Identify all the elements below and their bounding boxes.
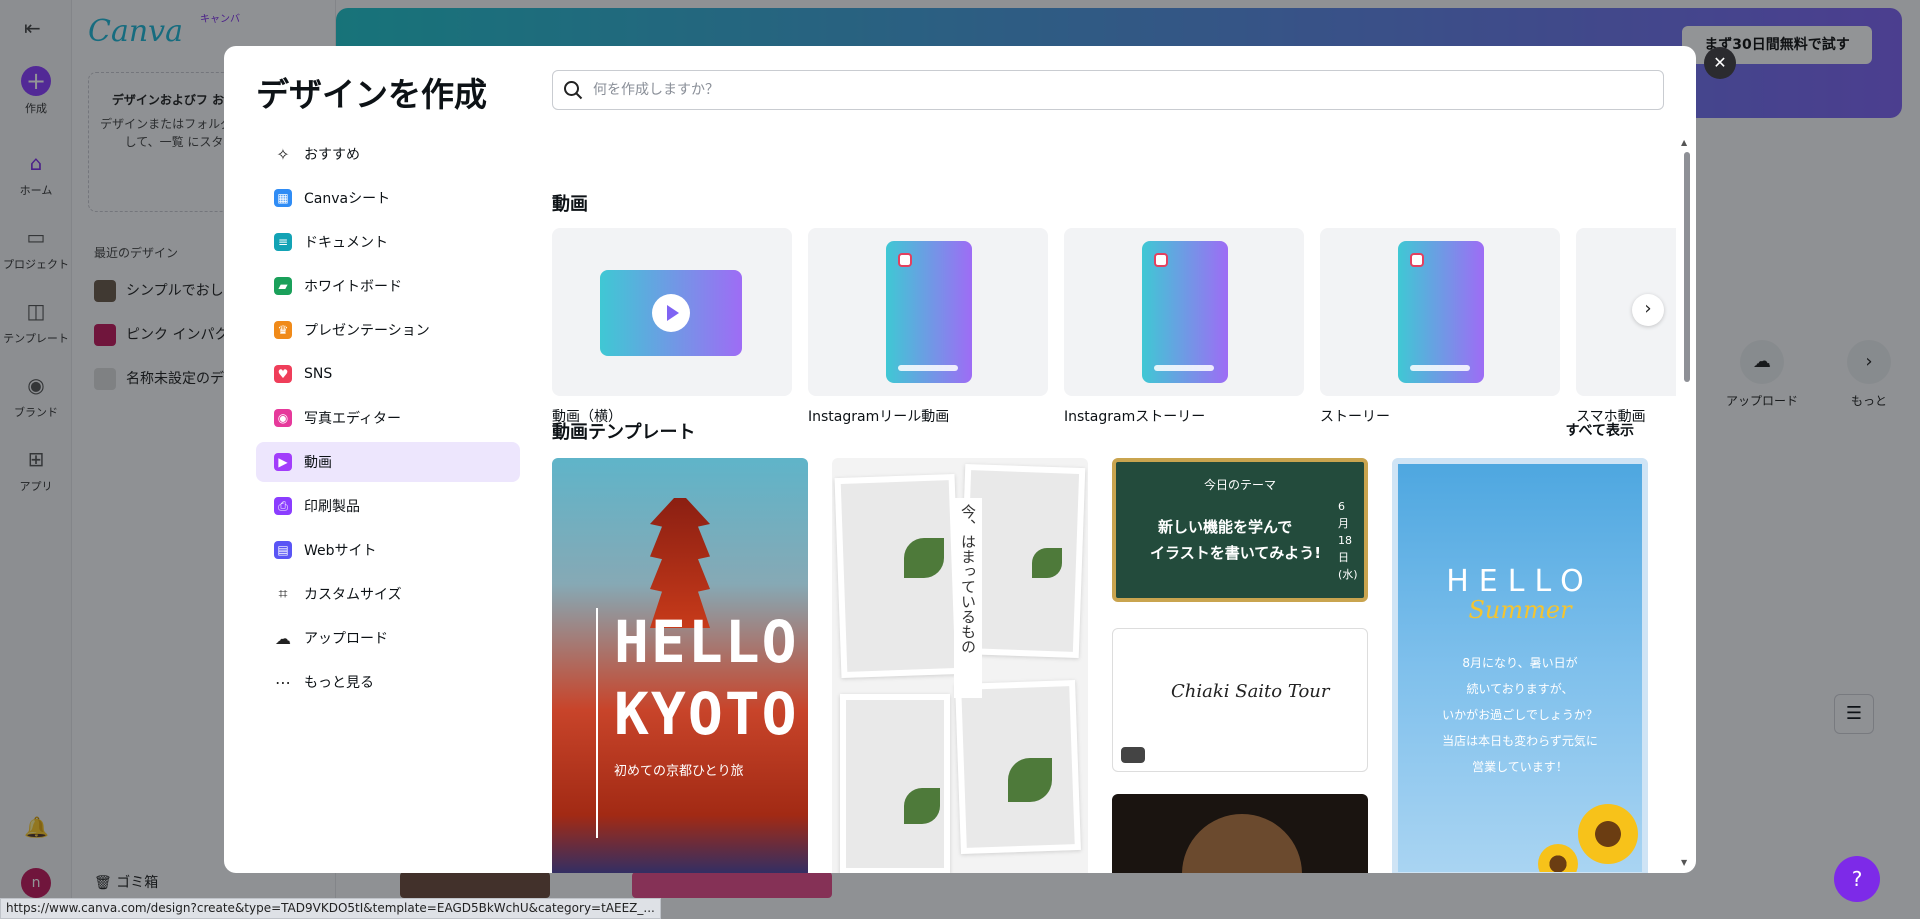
- cloud-upload-icon: ☁: [275, 628, 291, 648]
- heart-icon: ♥: [274, 365, 292, 383]
- sparkle-icon: ✧: [276, 144, 290, 164]
- printer-icon: ⎙: [274, 497, 292, 515]
- video-icon: ▶: [274, 453, 292, 471]
- template-card-signature[interactable]: Chiaki Saito Tour: [1112, 628, 1368, 772]
- browser-icon: ▤: [274, 541, 292, 559]
- format-label: Instagramリール動画: [808, 409, 950, 425]
- format-card-instagram-reel[interactable]: Instagramリール動画: [808, 228, 1048, 426]
- category-nav: ✧ おすすめ ▦ Canvaシート ≡ ドキュメント ▰ ホワイトボード ♛ プレゼンテー…: [256, 134, 520, 706]
- landscape-preview: [600, 270, 742, 356]
- close-button[interactable]: ✕: [1704, 47, 1736, 79]
- dialog-content: 動画 動画（横） Instagramリール動画 Instagramストーリー ス…: [552, 134, 1676, 873]
- template-card-chalkboard[interactable]: 今日のテーマ 新しい機能を学んで イラストを書いてみよう! 6月18日(水): [1112, 458, 1368, 602]
- instagram-icon: [1154, 253, 1168, 267]
- template-body: 8月になり、暑い日が 続いておりますが、 いかがお過ごしでしょうか？ 当店は本日…: [1442, 656, 1598, 774]
- template-text: HELLO: [1446, 564, 1594, 599]
- template-text: 6月18日(水): [1338, 500, 1358, 581]
- template-card-kyoto[interactable]: HELLO KYOTO 初めての京都ひとり旅: [552, 458, 808, 873]
- close-icon: ✕: [1713, 53, 1727, 72]
- template-text: イラストを書いてみよう!: [1150, 544, 1322, 562]
- nav-website[interactable]: ▤ Webサイト: [256, 530, 520, 570]
- format-thumbnail: [1064, 228, 1304, 396]
- camera-icon: ◉: [274, 409, 292, 427]
- nav-presentation[interactable]: ♛ プレゼンテーション: [256, 310, 520, 350]
- template-card-summer[interactable]: HELLO Summer 8月になり、暑い日が 続いておりますが、 いかがお過ご…: [1392, 458, 1648, 873]
- format-thumbnail: [1320, 228, 1560, 396]
- search-box[interactable]: [552, 70, 1664, 110]
- template-text: KYOTO: [614, 680, 799, 748]
- nav-video[interactable]: ▶ 動画: [256, 442, 520, 482]
- progress-bar: [898, 365, 958, 371]
- template-text: 初めての京都ひとり旅: [614, 764, 744, 779]
- video-badge-icon: [1121, 747, 1145, 763]
- nav-sns[interactable]: ♥ SNS: [256, 354, 520, 394]
- video-format-carousel: 動画（横） Instagramリール動画 Instagramストーリー ストーリ…: [552, 228, 1676, 428]
- sheet-icon: ▦: [274, 189, 292, 207]
- instagram-icon: [1410, 253, 1424, 267]
- portrait-preview: [1142, 241, 1228, 383]
- progress-bar: [1410, 365, 1470, 371]
- see-all-link[interactable]: すべて表示: [1566, 420, 1634, 440]
- plant-leaf: [1032, 548, 1062, 578]
- scrollbar-thumb[interactable]: [1684, 152, 1690, 382]
- nav-more[interactable]: ⋯ もっと見る: [256, 662, 520, 702]
- nav-canva-sheets[interactable]: ▦ Canvaシート: [256, 178, 520, 218]
- whiteboard-icon: ▰: [274, 277, 292, 295]
- progress-bar: [1154, 365, 1214, 371]
- format-card-phone-video[interactable]: スマホ動画: [1576, 228, 1676, 426]
- scroll-up-icon[interactable]: ▲: [1681, 138, 1687, 147]
- nav-whiteboard[interactable]: ▰ ホワイトボード: [256, 266, 520, 306]
- format-thumbnail: [552, 228, 792, 396]
- format-thumbnail: [808, 228, 1048, 396]
- portrait-preview: [1398, 241, 1484, 383]
- template-text: Chiaki Saito Tour: [1171, 681, 1330, 702]
- format-label: ストーリー: [1320, 409, 1390, 425]
- resize-icon: ⌗: [278, 584, 288, 603]
- format-label: Instagramストーリー: [1064, 409, 1206, 425]
- template-text: Summer: [1468, 596, 1572, 624]
- nav-print[interactable]: ⎙ 印刷製品: [256, 486, 520, 526]
- photo-frame: [840, 694, 950, 873]
- dialog-title: デザインを作成: [256, 75, 487, 114]
- sunflower: [1578, 804, 1638, 864]
- instagram-icon: [898, 253, 912, 267]
- divider-line: [596, 608, 598, 838]
- template-text: 今日のテーマ: [1204, 478, 1277, 492]
- doc-icon: ≡: [274, 233, 292, 251]
- play-icon: [652, 294, 690, 332]
- template-text: 今、はまっているもの: [954, 498, 982, 698]
- create-design-dialog: デザインを作成 ✧ おすすめ ▦ Canvaシート ≡ ドキュメント ▰ ホワイトボード…: [224, 46, 1696, 873]
- format-card-landscape[interactable]: 動画（横）: [552, 228, 792, 426]
- nav-recommended[interactable]: ✧ おすすめ: [256, 134, 520, 174]
- search-input[interactable]: [593, 75, 1653, 105]
- plant-leaf: [904, 788, 940, 824]
- coffee-tray-shape: [1182, 814, 1302, 873]
- section-title-video: 動画: [552, 194, 588, 215]
- portrait-preview: [886, 241, 972, 383]
- template-card-coffee[interactable]: [1112, 794, 1368, 873]
- nav-custom-size[interactable]: ⌗ カスタムサイズ: [256, 574, 520, 614]
- format-card-instagram-story[interactable]: Instagramストーリー: [1064, 228, 1304, 426]
- template-text: HELLO: [614, 608, 799, 676]
- plant-leaf: [1008, 758, 1052, 802]
- more-icon: ⋯: [275, 672, 291, 692]
- photo-frame: [834, 473, 962, 679]
- section-title-video-templates: 動画テンプレート: [552, 422, 696, 443]
- nav-document[interactable]: ≡ ドキュメント: [256, 222, 520, 262]
- template-card-plants[interactable]: 今、はまっているもの: [832, 458, 1088, 873]
- carousel-next-button[interactable]: ›: [1632, 294, 1664, 326]
- presentation-icon: ♛: [274, 321, 292, 339]
- template-text: 新しい機能を学んで: [1158, 518, 1293, 536]
- sunflower: [1538, 844, 1578, 872]
- status-bar-url: https://www.canva.com/design?create&type…: [0, 898, 661, 919]
- nav-upload[interactable]: ☁ アップロード: [256, 618, 520, 658]
- chevron-right-icon: ›: [1644, 298, 1652, 319]
- nav-photo-editor[interactable]: ◉ 写真エディター: [256, 398, 520, 438]
- search-icon: [564, 81, 583, 100]
- format-card-story[interactable]: ストーリー: [1320, 228, 1560, 426]
- plant-leaf: [904, 538, 944, 578]
- help-button[interactable]: ?: [1834, 856, 1880, 902]
- scroll-down-icon[interactable]: ▼: [1681, 858, 1687, 867]
